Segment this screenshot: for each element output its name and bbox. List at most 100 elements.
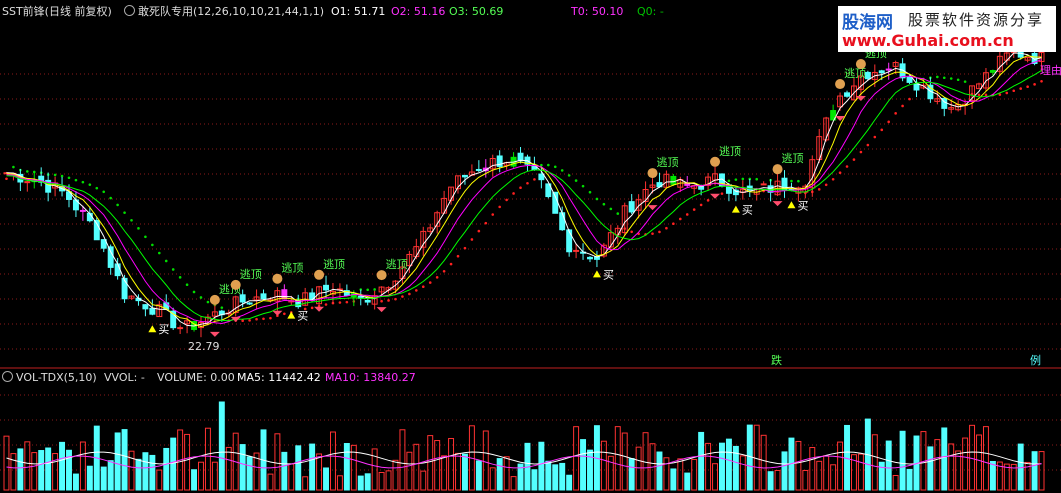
trend-dot (609, 207, 613, 211)
trend-dot (366, 288, 370, 292)
escape-top-label: 逃顶 (323, 258, 345, 271)
trend-dot (199, 296, 203, 299)
trend-dot (505, 198, 508, 202)
trend-dot (602, 202, 606, 206)
trend-dot (151, 243, 154, 247)
volume-bar (45, 447, 52, 491)
candle-body (573, 249, 580, 252)
volume-bar (100, 466, 107, 491)
escape-top-marker (647, 168, 658, 179)
volume-bar (948, 443, 955, 491)
trend-dot (692, 208, 696, 211)
volume-bar (1031, 451, 1038, 491)
volume-bar (538, 441, 545, 491)
trend-dot (949, 77, 953, 80)
volume-bar (413, 443, 420, 491)
buy-label: 买 (297, 310, 308, 323)
volume-bar (628, 458, 635, 491)
candle-body (364, 299, 371, 303)
indicator-toggle-icon[interactable] (124, 5, 135, 16)
trend-dot (421, 285, 425, 289)
volume-bar (614, 426, 621, 491)
trend-dot (241, 319, 244, 323)
trend-dot (470, 238, 474, 241)
escape-top-label: 逃顶 (782, 152, 804, 165)
candle-body (260, 293, 267, 300)
buy-arrow-icon (592, 270, 601, 278)
trend-dot (540, 163, 543, 167)
volume-bar (857, 453, 864, 491)
trend-dot (74, 178, 78, 182)
volume-bar (316, 453, 323, 491)
volume-bar (1038, 451, 1045, 491)
logo-name: 股海网 (842, 13, 893, 33)
volume-bar (885, 440, 892, 491)
trend-dot (560, 169, 564, 172)
trend-dot (553, 165, 557, 169)
price-chart[interactable]: 买逃顶逃顶 逃顶买逃顶 逃顶买逃顶逃顶买逃顶买逃顶逃顶22.79跌 例理由 (0, 0, 1061, 493)
volume-bar (621, 432, 628, 491)
trend-dot (790, 179, 793, 183)
escape-top-marker (272, 273, 283, 284)
volume-bar (503, 456, 510, 491)
candle-body (628, 201, 635, 213)
volume-bar (156, 469, 163, 491)
candle-body (461, 174, 468, 178)
trend-dot (95, 186, 99, 190)
volume-bar (198, 461, 204, 491)
trend-dot (1026, 85, 1029, 89)
trend-dot (817, 188, 821, 191)
gem-icon (647, 205, 658, 211)
trend-dot (428, 281, 432, 284)
escape-top-marker (230, 279, 241, 290)
trend-dot (380, 299, 383, 303)
volume-name: VOL-TDX(5,10) (16, 371, 97, 384)
volume-bar (420, 470, 427, 491)
trend-dot (901, 104, 904, 108)
candle-body (844, 92, 850, 97)
candle-body (79, 209, 86, 212)
trend-dot (130, 219, 133, 222)
gem-icon (772, 201, 783, 207)
trend-dot (727, 179, 731, 183)
trend-dot (81, 180, 85, 184)
escape-top-marker (376, 270, 387, 281)
trend-dot (477, 229, 481, 233)
candle-body (587, 256, 593, 260)
escape-top-marker (772, 164, 783, 175)
escape-top-label: 逃顶 (240, 268, 262, 281)
volume-bar (239, 444, 246, 491)
trend-dot (887, 120, 890, 124)
ma-line-white (6, 52, 1042, 327)
volume-bar (739, 455, 746, 491)
volume-bar (802, 469, 809, 491)
ma-line-yellow (6, 55, 1042, 328)
trend-dot (908, 97, 911, 101)
trend-dot (491, 213, 495, 216)
volume-bar (121, 429, 128, 491)
volume-bar (184, 433, 191, 491)
t0-value: T0: 50.10 (571, 5, 624, 18)
trend-dot (512, 192, 515, 195)
trend-dot (484, 221, 488, 225)
volume-toggle-icon[interactable] (2, 371, 13, 382)
trend-dot (734, 178, 738, 181)
volume-bar (17, 448, 24, 491)
volume-bar (211, 461, 218, 491)
volume-bar (274, 433, 281, 491)
candle-body (149, 307, 156, 315)
candle-body (566, 229, 573, 253)
volume-bar (86, 465, 93, 491)
o2-value: O2: 51.16 (391, 5, 446, 18)
volume-bar (482, 430, 489, 491)
trend-dot (123, 211, 126, 214)
o3-value: O3: 50.69 (449, 5, 504, 18)
volume-bar (218, 401, 225, 491)
volume-bar (281, 451, 288, 491)
gem-icon (272, 310, 283, 316)
volume-bar (441, 455, 448, 491)
trend-dot (283, 312, 286, 316)
volume-bar (691, 458, 698, 491)
trend-dot (88, 183, 92, 186)
trend-dot (387, 299, 390, 302)
